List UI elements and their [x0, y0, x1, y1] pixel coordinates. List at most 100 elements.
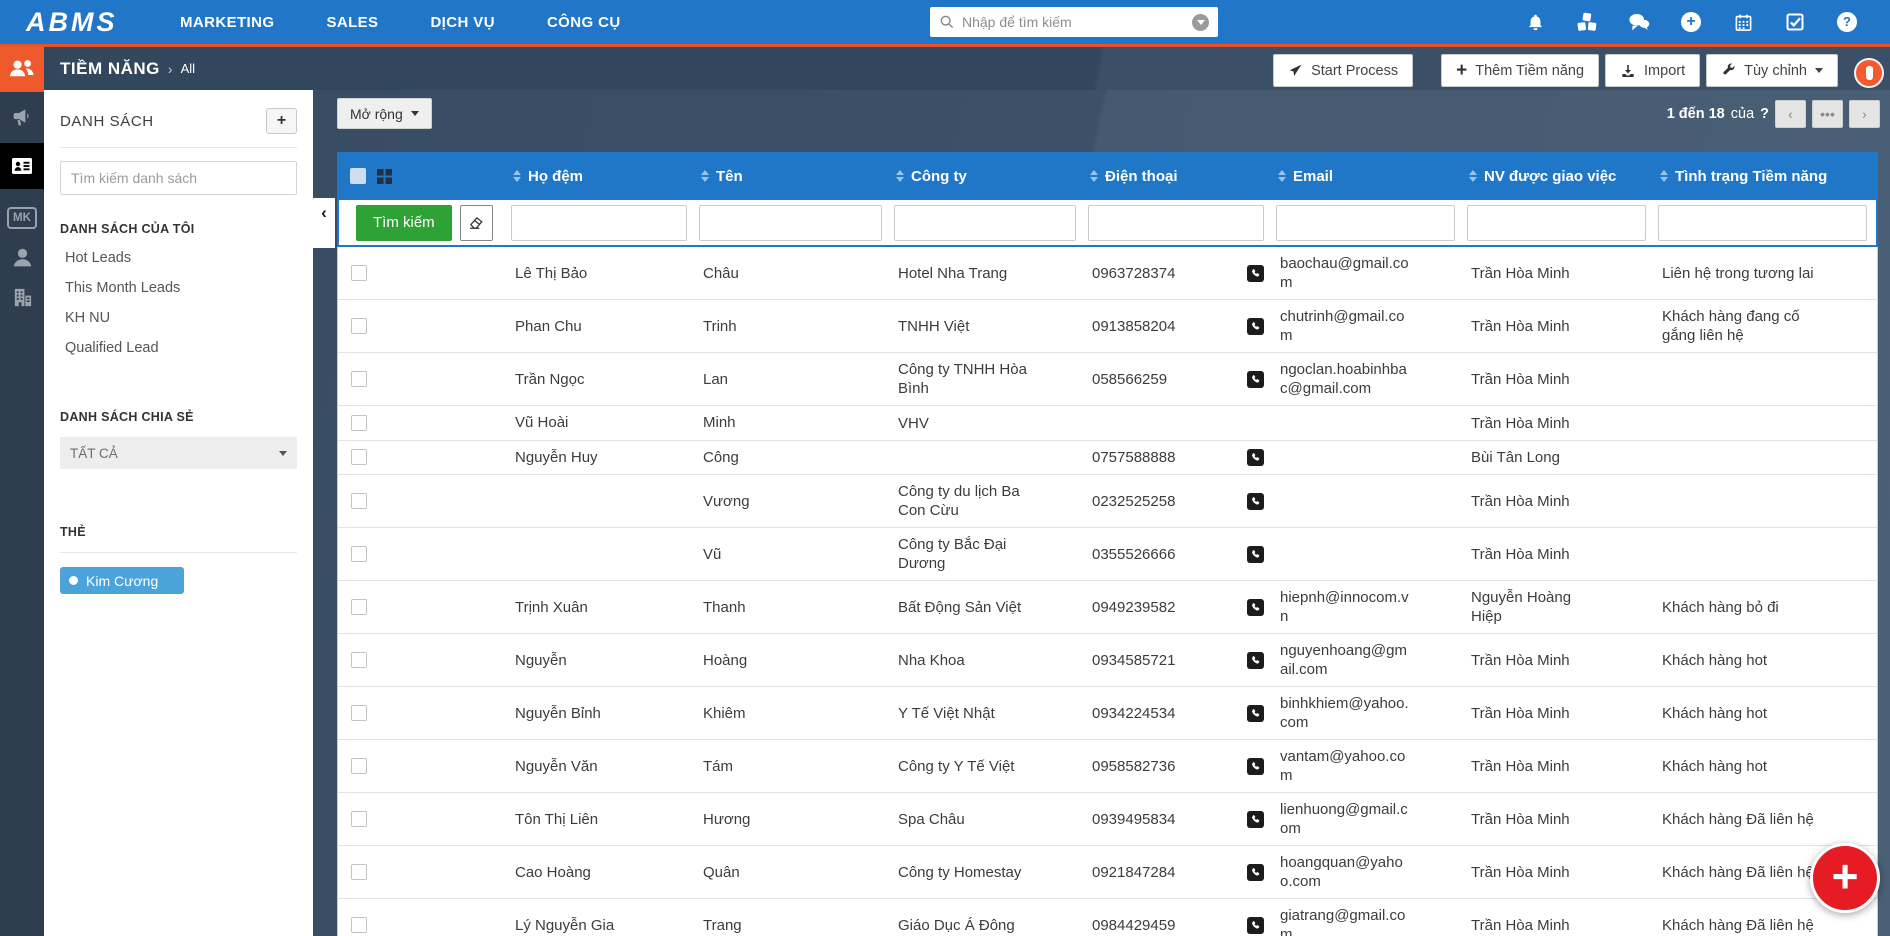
table-row[interactable]: Trần Ngọc Lan Công ty TNHH Hòa Bình 0585… — [338, 353, 1877, 406]
phone-icon[interactable] — [1247, 264, 1264, 282]
col-header-tinh-trang[interactable]: Tình trạng Tiềm năng — [1653, 168, 1878, 185]
chat-icon[interactable] — [1628, 11, 1650, 33]
pagination-total: ? — [1760, 106, 1769, 122]
prev-page-button[interactable]: ‹ — [1775, 100, 1806, 128]
table-row[interactable]: Phan Chu Trinh TNHH Việt 0913858204 chut… — [338, 300, 1877, 353]
table-row[interactable]: Vũ Hoài Minh VHV Trần Hòa Minh — [338, 406, 1877, 441]
phone-icon[interactable] — [1247, 545, 1264, 563]
col-header-ten[interactable]: Tên — [694, 168, 889, 185]
row-checkbox[interactable] — [351, 705, 367, 722]
row-checkbox[interactable] — [351, 652, 367, 669]
phone-icon[interactable] — [1247, 704, 1264, 722]
col-header-cong-ty[interactable]: Công ty — [889, 168, 1083, 185]
phone-icon[interactable] — [1247, 651, 1264, 669]
search-button[interactable]: Tìm kiếm — [356, 204, 452, 241]
sidebar-item-this-month-leads[interactable]: This Month Leads — [60, 273, 297, 303]
search-scope-icon[interactable] — [1192, 13, 1209, 31]
phone-icon[interactable] — [1247, 863, 1264, 881]
leads-rail-icon-active[interactable] — [0, 143, 44, 189]
filter-ho-dem-input[interactable] — [511, 204, 687, 241]
add-list-button[interactable]: + — [266, 108, 297, 134]
grid-view-icon[interactable] — [377, 168, 392, 184]
phone-icon[interactable] — [1247, 810, 1264, 828]
bell-icon[interactable] — [1524, 11, 1546, 33]
col-header-email[interactable]: Email — [1271, 168, 1462, 185]
table-row[interactable]: Lý Nguyễn Gia Trang Giáo Dục Á Đông 0984… — [338, 899, 1877, 936]
nav-item-cong-cu[interactable]: CÔNG CỤ — [547, 14, 621, 31]
filter-cong-ty-input[interactable] — [894, 204, 1076, 241]
filter-email-input[interactable] — [1276, 204, 1455, 241]
phone-icon[interactable] — [1247, 448, 1264, 466]
contacts-icon[interactable] — [10, 245, 35, 270]
shared-lists-select[interactable]: TẤT CẢ — [60, 437, 297, 469]
help-icon[interactable]: ? — [1836, 11, 1858, 33]
phone-icon[interactable] — [1247, 598, 1264, 616]
row-checkbox[interactable] — [351, 449, 367, 466]
nav-item-dich-vu[interactable]: DỊCH VỤ — [430, 14, 494, 31]
nav-item-sales[interactable]: SALES — [326, 14, 378, 31]
row-checkbox[interactable] — [351, 599, 367, 616]
col-header-nv-giao-viec[interactable]: NV được giao việc — [1462, 168, 1653, 185]
table-row[interactable]: Trịnh Xuân Thanh Bất Động Sản Việt 09492… — [338, 581, 1877, 635]
app-logo[interactable]: ABMS — [26, 7, 146, 38]
sidebar-collapse-handle[interactable]: ‹ — [313, 198, 335, 248]
add-lead-button[interactable]: + Thêm Tiềm năng — [1441, 54, 1600, 87]
table-row[interactable]: Nguyễn Huy Công 0757588888 Bùi Tân Long — [338, 441, 1877, 476]
leads-module-icon[interactable] — [0, 45, 44, 92]
row-checkbox[interactable] — [351, 864, 367, 881]
filter-tinh-trang-input[interactable] — [1658, 204, 1867, 241]
table-row[interactable]: Tôn Thị Liên Hương Spa Châu 0939495834 l… — [338, 793, 1877, 847]
nav-item-marketing[interactable]: MARKETING — [180, 14, 274, 31]
sidebar-item-hot-leads[interactable]: Hot Leads — [60, 243, 297, 273]
filter-nv-input[interactable] — [1467, 204, 1646, 241]
row-checkbox[interactable] — [351, 917, 367, 934]
cubes-icon[interactable] — [1576, 11, 1598, 33]
sidebar-item-qualified-lead[interactable]: Qualified Lead — [60, 333, 297, 363]
table-row[interactable]: Nguyễn Hoàng Nha Khoa 0934585721 nguyenh… — [338, 634, 1877, 688]
table-row[interactable]: Vương Công ty du lịch Ba Con Cừu 0232525… — [338, 475, 1877, 529]
add-fab[interactable]: + — [1810, 843, 1880, 913]
calendar-icon[interactable] — [1732, 11, 1754, 33]
table-row[interactable]: Cao Hoàng Quân Công ty Homestay 09218472… — [338, 846, 1877, 900]
expand-button[interactable]: Mở rộng — [337, 98, 432, 129]
breadcrumb[interactable]: All — [181, 61, 195, 76]
mk-badge-icon[interactable]: MK — [7, 207, 37, 229]
table-row[interactable]: Nguyễn Văn Tám Công ty Y Tế Việt 0958582… — [338, 740, 1877, 794]
phone-icon[interactable] — [1247, 370, 1264, 388]
list-search-input[interactable] — [60, 161, 297, 195]
sidebar-item-kh-nu[interactable]: KH NU — [60, 303, 297, 333]
filter-dien-thoai-input[interactable] — [1088, 204, 1264, 241]
megaphone-icon[interactable] — [11, 106, 34, 129]
companies-icon[interactable] — [11, 286, 34, 309]
phone-icon[interactable] — [1247, 916, 1264, 934]
row-checkbox[interactable] — [351, 758, 367, 775]
table-row[interactable]: Nguyễn Bỉnh Khiêm Y Tế Việt Nhật 0934224… — [338, 687, 1877, 741]
row-checkbox[interactable] — [351, 318, 367, 334]
tag-kim-cuong[interactable]: Kim Cương — [60, 567, 185, 594]
col-header-ho-dem[interactable]: Họ đệm — [506, 168, 694, 185]
select-all-checkbox[interactable] — [350, 168, 366, 184]
global-search-input[interactable] — [962, 14, 1192, 30]
phone-icon[interactable] — [1247, 317, 1264, 335]
tasks-icon[interactable] — [1784, 11, 1806, 33]
table-row[interactable]: Lê Thị Bảo Châu Hotel Nha Trang 09637283… — [338, 247, 1877, 300]
col-header-dien-thoai[interactable]: Điện thoại — [1083, 168, 1271, 185]
clear-filters-button[interactable] — [459, 204, 493, 241]
phone-icon[interactable] — [1247, 757, 1264, 775]
customize-button[interactable]: Tùy chỉnh — [1706, 54, 1838, 87]
row-checkbox[interactable] — [351, 371, 367, 387]
row-checkbox[interactable] — [351, 546, 367, 563]
quick-add-icon[interactable]: + — [1680, 11, 1702, 33]
row-checkbox[interactable] — [351, 493, 367, 510]
import-button[interactable]: Import — [1605, 54, 1701, 87]
next-page-button[interactable]: › — [1849, 100, 1880, 128]
user-avatar[interactable] — [1854, 58, 1884, 88]
row-checkbox[interactable] — [351, 811, 367, 828]
table-row[interactable]: Vũ Công ty Bắc Đại Dương 0355526666 Trần… — [338, 528, 1877, 582]
start-process-button[interactable]: Start Process — [1273, 54, 1414, 87]
row-checkbox[interactable] — [351, 414, 367, 431]
phone-icon[interactable] — [1247, 492, 1264, 510]
row-checkbox[interactable] — [351, 265, 367, 281]
more-pages-button[interactable]: ••• — [1812, 100, 1843, 128]
filter-ten-input[interactable] — [699, 204, 882, 241]
